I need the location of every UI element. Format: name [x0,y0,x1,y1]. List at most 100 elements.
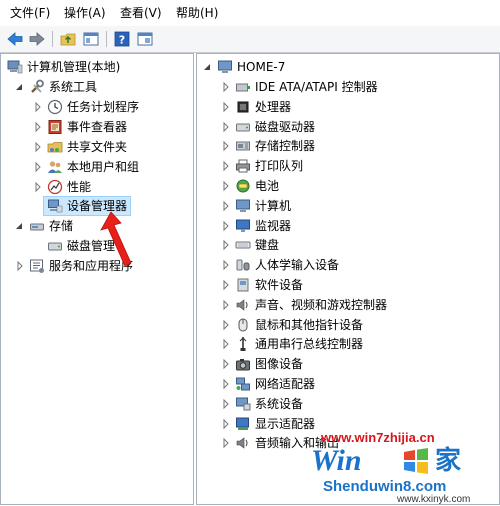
performance-icon [47,179,63,195]
device-category-item[interactable]: 人体学输入设备 [221,256,493,274]
tree-item-shared-folders[interactable]: 共享文件夹 [33,138,191,156]
device-category-item[interactable]: 音频输入和输出 [221,434,493,452]
collapsed-arrow-icon[interactable] [221,217,231,235]
device-category-item[interactable]: 声音、视频和游戏控制器 [221,296,493,314]
collapsed-arrow-icon[interactable] [221,197,231,215]
device-category-item[interactable]: 鼠标和其他指针设备 [221,316,493,334]
tree-label: 系统工具 [49,80,98,94]
collapsed-arrow-icon[interactable] [221,375,231,393]
device-category-item[interactable]: IDE ATA/ATAPI 控制器 [221,78,493,96]
device-category-item[interactable]: 系统设备 [221,395,493,413]
collapsed-arrow-icon[interactable] [221,434,231,452]
collapsed-arrow-icon[interactable] [221,395,231,413]
collapsed-arrow-icon[interactable] [221,276,231,294]
audio-io-icon [236,437,248,449]
collapsed-arrow-icon[interactable] [221,118,231,136]
expanded-arrow-icon[interactable] [15,78,25,96]
device-category-item[interactable]: 电池 [221,177,493,195]
menu-action[interactable]: 操作(A) [64,6,106,20]
collapsed-arrow-icon[interactable] [221,177,231,195]
device-category-item[interactable]: 计算机 [221,197,493,215]
device-category-label: 通用串行总线控制器 [255,337,364,352]
battery-icon [236,179,250,193]
device-category-item[interactable]: 打印队列 [221,157,493,175]
camera-icon [236,359,250,371]
device-category-label: 电池 [255,179,280,193]
device-category-item[interactable]: 网络适配器 [221,375,493,393]
collapsed-arrow-icon[interactable] [221,157,231,175]
device-category-item[interactable]: 图像设备 [221,355,493,373]
device-category-item[interactable]: 键盘 [221,236,493,254]
device-category-item[interactable]: 磁盘驱动器 [221,118,493,136]
device-category-item[interactable]: 通用串行总线控制器 [221,335,493,353]
device-category-item[interactable]: 处理器 [221,98,493,116]
device-category-label: 图像设备 [255,357,304,372]
collapsed-arrow-icon[interactable] [221,78,231,96]
tree-item-system-tools[interactable]: 系统工具 [15,78,191,96]
device-category-label: 音频输入和输出 [255,436,340,451]
device-category-label: 人体学输入设备 [255,258,340,273]
event-log-icon [48,120,62,134]
collapsed-arrow-icon[interactable] [221,256,231,274]
collapsed-arrow-icon[interactable] [33,158,43,176]
menu-bar: 文件(F) 操作(A) 查看(V) 帮助(H) [0,0,500,27]
expanded-arrow-icon[interactable] [15,217,25,235]
left-navigation-pane: 计算机管理(本地) 系统工具 任务计划程序 事件查看器 共享文件夹 本地用户和组… [0,53,194,505]
device-category-item[interactable]: 软件设备 [221,276,493,294]
tree-item-local-users-groups[interactable]: 本地用户和组 [33,158,191,176]
display-adapter-icon [236,417,249,430]
collapsed-arrow-icon[interactable] [33,178,43,196]
collapsed-arrow-icon[interactable] [221,335,231,353]
menu-file[interactable]: 文件(F) [10,6,50,20]
device-manager-icon [48,199,63,213]
toolbar-separator [52,31,53,47]
collapsed-arrow-icon[interactable] [221,415,231,433]
properties-icon[interactable] [136,30,154,48]
device-category-label: 鼠标和其他指针设备 [255,317,364,332]
services-icon [30,259,44,273]
collapsed-arrow-icon[interactable] [15,257,25,275]
tree-item-computer-management[interactable]: 计算机管理(本地) [7,58,191,76]
computer-icon [236,199,250,212]
device-tree-root[interactable]: HOME-7 [203,58,493,76]
tree-item-performance[interactable]: 性能 [33,178,191,196]
collapsed-arrow-icon[interactable] [33,118,43,136]
collapsed-arrow-icon[interactable] [33,138,43,156]
tree-label: 任务计划程序 [67,100,140,114]
show-hide-tree-icon[interactable] [82,30,100,48]
device-category-label: 监视器 [255,218,292,233]
menu-help[interactable]: 帮助(H) [176,6,218,20]
device-category-item[interactable]: 存储控制器 [221,137,493,155]
tree-item-event-viewer[interactable]: 事件查看器 [33,118,191,136]
device-category-item[interactable]: 监视器 [221,217,493,235]
storage-controller-icon [236,141,250,151]
collapsed-arrow-icon[interactable] [221,316,231,334]
collapsed-arrow-icon[interactable] [221,355,231,373]
collapsed-arrow-icon[interactable] [221,296,231,314]
help-icon[interactable]: ? [113,30,131,48]
up-folder-icon[interactable] [59,30,77,48]
collapsed-arrow-icon[interactable] [33,98,43,116]
back-icon[interactable] [6,30,24,48]
red-pointer-arrow-icon [100,211,132,267]
device-category-label: 存储控制器 [255,139,316,154]
device-category-label: 网络适配器 [255,377,316,391]
toolbar-separator [106,31,107,47]
collapsed-arrow-icon[interactable] [221,137,231,155]
tree-label: 性能 [67,180,92,194]
device-category-label: 键盘 [255,238,280,253]
tree-item-task-scheduler[interactable]: 任务计划程序 [33,98,191,116]
expanded-arrow-icon[interactable] [203,58,213,76]
users-icon [48,161,62,173]
mouse-icon [238,318,248,332]
collapsed-arrow-icon[interactable] [221,98,231,116]
menu-view[interactable]: 查看(V) [120,6,162,20]
device-category-label: 显示适配器 [255,416,316,431]
device-category-item[interactable]: 显示适配器 [221,415,493,433]
shared-folder-icon [47,142,63,153]
device-category-label: 软件设备 [255,278,304,292]
collapsed-arrow-icon[interactable] [221,236,231,254]
hid-icon [236,259,250,271]
forward-icon[interactable] [28,30,46,48]
device-category-label: 处理器 [255,99,292,114]
